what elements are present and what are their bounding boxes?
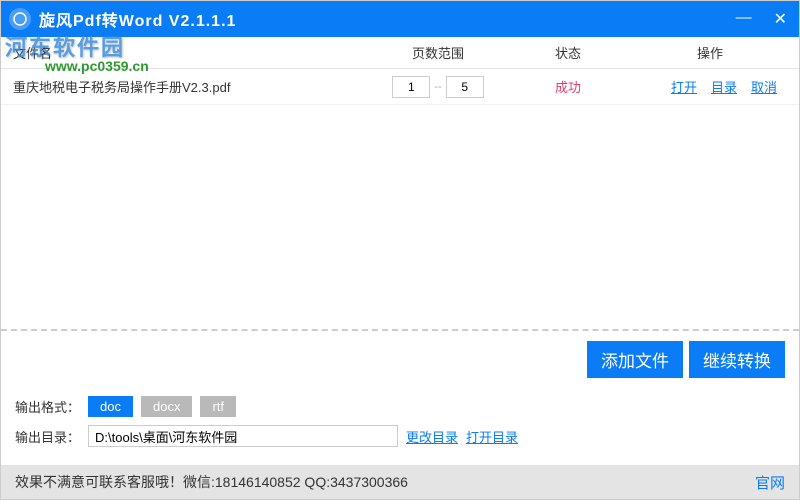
header-status: 状态 bbox=[503, 43, 633, 62]
app-title: 旋风Pdf转Word V2.1.1.1 bbox=[39, 7, 236, 31]
format-rtf-button[interactable]: rtf bbox=[200, 396, 236, 417]
range-to-input[interactable] bbox=[446, 76, 484, 98]
footer-text: 效果不满意可联系客服哦！微信:18146140852 QQ:3437300366 bbox=[15, 472, 408, 492]
empty-area bbox=[1, 105, 799, 329]
table-header: 文件名 页数范围 状态 操作 bbox=[1, 37, 799, 69]
app-logo-icon bbox=[9, 8, 31, 30]
add-file-button[interactable]: 添加文件 bbox=[587, 341, 683, 378]
titlebar: 旋风Pdf转Word V2.1.1.1 — ✕ bbox=[1, 1, 799, 37]
cell-status: 成功 bbox=[503, 77, 633, 96]
table-row: 重庆地税电子税务局操作手册V2.3.pdf -- 成功 打开 目录 取消 bbox=[1, 69, 799, 105]
toolbar: 添加文件 继续转换 bbox=[1, 329, 799, 382]
header-filename: 文件名 bbox=[13, 43, 373, 62]
cell-filename: 重庆地税电子税务局操作手册V2.3.pdf bbox=[13, 77, 373, 96]
change-dir-link[interactable]: 更改目录 bbox=[406, 427, 458, 446]
format-docx-button[interactable]: docx bbox=[141, 396, 192, 417]
cell-range: -- bbox=[373, 76, 503, 98]
close-button[interactable]: ✕ bbox=[770, 9, 791, 29]
dir-link[interactable]: 目录 bbox=[711, 77, 737, 96]
format-doc-button[interactable]: doc bbox=[88, 396, 133, 417]
minimize-button[interactable]: — bbox=[732, 9, 756, 29]
range-separator: -- bbox=[434, 81, 441, 93]
convert-button[interactable]: 继续转换 bbox=[689, 341, 785, 378]
footer: 效果不满意可联系客服哦！微信:18146140852 QQ:3437300366… bbox=[1, 465, 799, 499]
cancel-link[interactable]: 取消 bbox=[751, 77, 777, 96]
open-link[interactable]: 打开 bbox=[671, 77, 697, 96]
outdir-label: 输出目录： bbox=[15, 427, 80, 446]
output-dir-input[interactable] bbox=[88, 425, 398, 447]
official-site-link[interactable]: 官网 bbox=[755, 472, 785, 493]
range-from-input[interactable] bbox=[392, 76, 430, 98]
options-panel: 输出格式： doc docx rtf 输出目录： 更改目录 打开目录 bbox=[1, 382, 799, 465]
header-action: 操作 bbox=[633, 43, 787, 62]
cell-actions: 打开 目录 取消 bbox=[633, 77, 787, 96]
open-dir-link[interactable]: 打开目录 bbox=[466, 427, 518, 446]
format-label: 输出格式： bbox=[15, 397, 80, 416]
header-range: 页数范围 bbox=[373, 43, 503, 62]
